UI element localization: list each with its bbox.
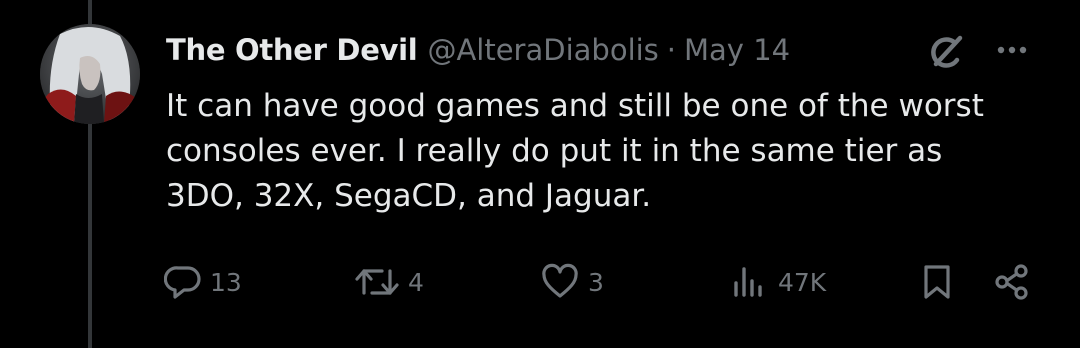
repost-button[interactable]: 4 <box>354 262 424 302</box>
separator-dot: · <box>666 33 677 67</box>
reply-button[interactable]: 13 <box>164 262 242 302</box>
tweet-date[interactable]: May 14 <box>684 33 790 67</box>
bookmark-icon <box>918 263 956 301</box>
more-icon[interactable] <box>994 36 1030 64</box>
views-icon <box>730 263 770 301</box>
reply-icon <box>164 263 202 301</box>
share-icon <box>992 262 1032 302</box>
user-handle[interactable]: @AlteraDiabolis <box>427 33 658 67</box>
share-button[interactable] <box>992 262 1032 302</box>
grok-icon[interactable] <box>924 30 968 74</box>
reply-count: 13 <box>210 267 242 297</box>
heart-icon <box>540 263 580 301</box>
tweet-text: It can have good games and still be one … <box>166 88 984 214</box>
display-name[interactable]: The Other Devil <box>166 33 418 67</box>
repost-icon <box>354 263 400 301</box>
like-button[interactable]: 3 <box>540 262 604 302</box>
views-count: 47K <box>778 267 827 297</box>
repost-count: 4 <box>408 267 424 297</box>
like-count: 3 <box>588 267 604 297</box>
avatar[interactable] <box>40 24 140 124</box>
bookmark-button[interactable] <box>918 262 956 302</box>
views-button[interactable]: 47K <box>730 262 826 302</box>
tweet-header: The Other Devil @AlteraDiabolis · May 14 <box>166 28 790 72</box>
